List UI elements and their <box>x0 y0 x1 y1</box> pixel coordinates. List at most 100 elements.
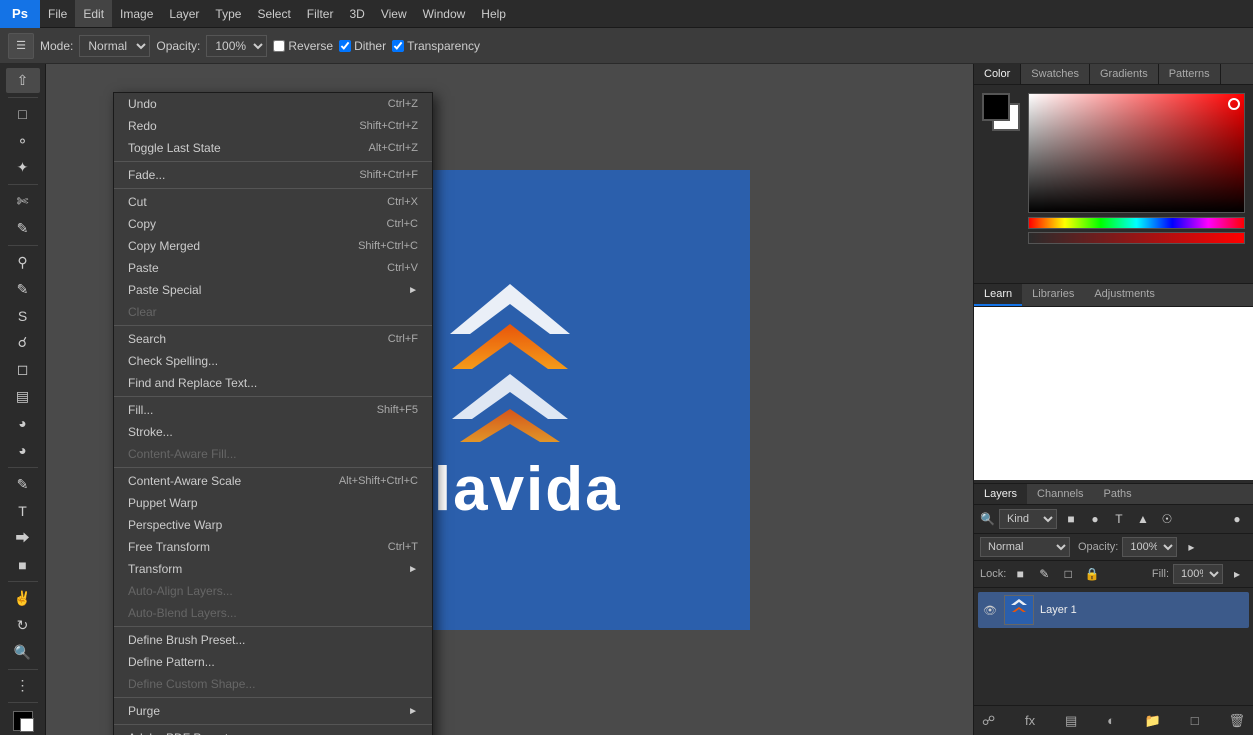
menu-paste[interactable]: PasteCtrl+V <box>114 257 432 279</box>
tool-magic-wand[interactable]: ✦ <box>6 155 40 180</box>
dither-checkbox[interactable]: Dither <box>339 39 386 53</box>
menu-redo[interactable]: RedoShift+Ctrl+Z <box>114 115 432 137</box>
layer-fx-icon[interactable]: fx <box>1025 713 1035 728</box>
blend-mode-select[interactable]: Normal Multiply Screen <box>980 537 1070 557</box>
menu-define-pattern[interactable]: Define Pattern... <box>114 651 432 673</box>
lock-all-btn[interactable]: 🔒 <box>1082 564 1102 584</box>
menu-copy[interactable]: CopyCtrl+C <box>114 213 432 235</box>
tool-hand[interactable]: ✌ <box>6 586 40 611</box>
menu-edit[interactable]: Edit <box>75 0 112 27</box>
menu-fade[interactable]: Fade...Shift+Ctrl+F <box>114 164 432 186</box>
tool-blur[interactable]: ◕ <box>6 411 40 436</box>
layer-opacity-arrow[interactable]: ▸ <box>1181 537 1201 557</box>
menu-layer[interactable]: Layer <box>161 0 207 27</box>
menu-check-spelling[interactable]: Check Spelling... <box>114 350 432 372</box>
fill-select[interactable]: 100% <box>1173 564 1223 584</box>
menu-define-brush[interactable]: Define Brush Preset... <box>114 629 432 651</box>
tool-marquee[interactable]: □ <box>6 102 40 127</box>
menu-help[interactable]: Help <box>473 0 514 27</box>
layer-filter-select[interactable]: Kind Name Effect <box>999 509 1057 529</box>
layer-opacity-select[interactable]: 100% 75% <box>1122 537 1177 557</box>
layer-filter-type[interactable]: T <box>1109 509 1129 529</box>
tool-gradient[interactable]: ▤ <box>6 384 40 409</box>
tool-rotate[interactable]: ↻ <box>6 613 40 638</box>
tool-zoom[interactable]: 🔍 <box>6 640 40 665</box>
menu-image[interactable]: Image <box>112 0 161 27</box>
color-alpha-slider[interactable] <box>1028 232 1245 244</box>
menu-free-transform[interactable]: Free TransformCtrl+T <box>114 536 432 558</box>
tool-shape[interactable]: ■ <box>6 552 40 577</box>
layer-row[interactable]: 👁 Layer 1 <box>978 592 1249 628</box>
tab-layers[interactable]: Layers <box>974 484 1027 504</box>
tool-extra[interactable]: ⋮ <box>6 673 40 698</box>
tab-paths[interactable]: Paths <box>1094 484 1142 504</box>
menu-content-aware-scale[interactable]: Content-Aware ScaleAlt+Shift+Ctrl+C <box>114 470 432 492</box>
menu-type[interactable]: Type <box>207 0 249 27</box>
menu-content-aware-fill[interactable]: Content-Aware Fill... <box>114 443 432 465</box>
menu-define-shape[interactable]: Define Custom Shape... <box>114 673 432 695</box>
opacity-select[interactable]: 100% 75% 50% <box>206 35 267 57</box>
tool-crop[interactable]: ✄ <box>6 189 40 214</box>
layer-folder-icon[interactable]: 📁 <box>1145 713 1161 729</box>
toolbar-options-btn[interactable]: ☰ <box>8 33 34 59</box>
layer-adjustment-icon[interactable]: ◐ <box>1107 713 1115 728</box>
tab-patterns[interactable]: Patterns <box>1159 64 1221 84</box>
menu-copy-merged[interactable]: Copy MergedShift+Ctrl+C <box>114 235 432 257</box>
tool-eyedropper[interactable]: ✎ <box>6 216 40 241</box>
tab-channels[interactable]: Channels <box>1027 484 1093 504</box>
layer-filter-smart[interactable]: ☉ <box>1157 509 1177 529</box>
layer-filter-adjustment[interactable]: ● <box>1085 509 1105 529</box>
tool-eraser[interactable]: ◻ <box>6 357 40 382</box>
tool-move[interactable]: ⇧ <box>6 68 40 93</box>
background-color[interactable] <box>20 718 34 732</box>
layer-filter-shape[interactable]: ▲ <box>1133 509 1153 529</box>
menu-file[interactable]: File <box>40 0 75 27</box>
menu-stroke[interactable]: Stroke... <box>114 421 432 443</box>
menu-transform[interactable]: Transform► <box>114 558 432 580</box>
menu-fill[interactable]: Fill...Shift+F5 <box>114 399 432 421</box>
tool-brush[interactable]: ✎ <box>6 277 40 302</box>
menu-search[interactable]: SearchCtrl+F <box>114 328 432 350</box>
tool-dodge[interactable]: ◕ <box>6 438 40 463</box>
tab-color[interactable]: Color <box>974 64 1021 84</box>
tool-history-brush[interactable]: ☌ <box>6 330 40 355</box>
tool-path-select[interactable]: ⮕ <box>6 525 40 550</box>
foreground-swatch[interactable] <box>982 93 1010 121</box>
tab-learn[interactable]: Learn <box>974 284 1022 306</box>
menu-clear[interactable]: Clear <box>114 301 432 323</box>
tab-swatches[interactable]: Swatches <box>1021 64 1090 84</box>
fill-arrow[interactable]: ▸ <box>1227 564 1247 584</box>
menu-select[interactable]: Select <box>249 0 298 27</box>
menu-auto-blend[interactable]: Auto-Blend Layers... <box>114 602 432 624</box>
layer-filter-pixel[interactable]: ■ <box>1061 509 1081 529</box>
tool-healing[interactable]: ⚲ <box>6 250 40 275</box>
layer-visibility-toggle[interactable]: 👁 <box>982 602 998 618</box>
menu-auto-align[interactable]: Auto-Align Layers... <box>114 580 432 602</box>
menu-view[interactable]: View <box>373 0 415 27</box>
tool-stamp[interactable]: S <box>6 304 40 329</box>
lock-move-btn[interactable]: ✎ <box>1034 564 1054 584</box>
tab-gradients[interactable]: Gradients <box>1090 64 1159 84</box>
lock-pixels-btn[interactable]: ■ <box>1010 564 1030 584</box>
reverse-checkbox[interactable]: Reverse <box>273 39 333 53</box>
menu-pdf-presets[interactable]: Adobe PDF Presets... <box>114 727 432 735</box>
color-saturation-brightness[interactable] <box>1028 93 1245 213</box>
color-hue-slider[interactable] <box>1028 217 1245 229</box>
menu-toggle-last-state[interactable]: Toggle Last StateAlt+Ctrl+Z <box>114 137 432 159</box>
menu-window[interactable]: Window <box>415 0 474 27</box>
menu-puppet-warp[interactable]: Puppet Warp <box>114 492 432 514</box>
tool-lasso[interactable]: ⚬ <box>6 129 40 154</box>
menu-3d[interactable]: 3D <box>341 0 372 27</box>
tool-pen[interactable]: ✎ <box>6 472 40 497</box>
foreground-color[interactable] <box>13 711 33 731</box>
tab-adjustments[interactable]: Adjustments <box>1084 284 1165 306</box>
menu-purge[interactable]: Purge► <box>114 700 432 722</box>
layer-new-icon[interactable]: □ <box>1191 713 1199 728</box>
menu-find-replace[interactable]: Find and Replace Text... <box>114 372 432 394</box>
layer-filter-toggle[interactable]: ● <box>1227 509 1247 529</box>
mode-select[interactable]: Normal Multiply Screen <box>79 35 150 57</box>
tool-text[interactable]: T <box>6 498 40 523</box>
menu-paste-special[interactable]: Paste Special► <box>114 279 432 301</box>
menu-undo[interactable]: UndoCtrl+Z <box>114 93 432 115</box>
tab-libraries[interactable]: Libraries <box>1022 284 1084 306</box>
